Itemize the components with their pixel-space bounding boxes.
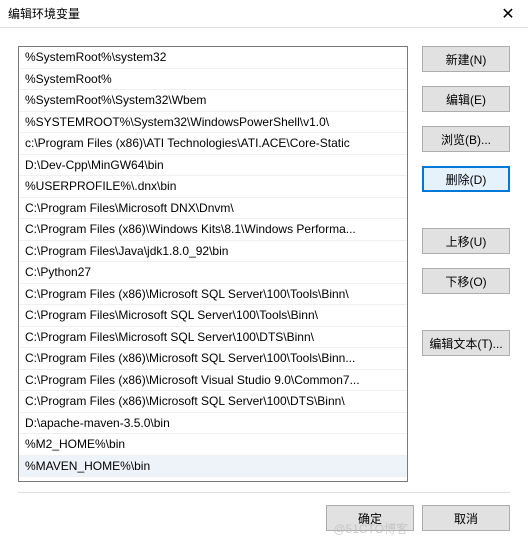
content-area: %SystemRoot%\system32%SystemRoot%%System… [0, 28, 528, 482]
list-item[interactable]: %SYSTEMROOT%\System32\WindowsPowerShell\… [19, 112, 407, 134]
close-button[interactable]: ✕ [488, 0, 528, 28]
divider [18, 492, 510, 493]
list-item[interactable]: C:\Program Files (x86)\Microsoft Visual … [19, 370, 407, 392]
list-item[interactable]: %SystemRoot%\system32 [19, 47, 407, 69]
list-item[interactable]: C:\Program Files\Microsoft SQL Server\10… [19, 327, 407, 349]
list-item[interactable]: %USERPROFILE%\.dnx\bin [19, 176, 407, 198]
edit-button[interactable]: 编辑(E) [422, 86, 510, 112]
titlebar: 编辑环境变量 ✕ [0, 0, 528, 28]
cancel-button[interactable]: 取消 [422, 505, 510, 531]
browse-button[interactable]: 浏览(B)... [422, 126, 510, 152]
list-item[interactable]: %MAVEN_HOME%\bin [19, 456, 407, 478]
window-title: 编辑环境变量 [8, 5, 80, 22]
list-item[interactable]: C:\Program Files\Java\jdk1.8.0_92\bin [19, 241, 407, 263]
list-item[interactable]: c:\Program Files (x86)\ATI Technologies\… [19, 133, 407, 155]
footer-buttons: 确定 取消 [326, 505, 510, 531]
list-item[interactable]: C:\Program Files\Microsoft DNX\Dnvm\ [19, 198, 407, 220]
list-item[interactable]: C:\Program Files\Microsoft SQL Server\10… [19, 305, 407, 327]
list-item[interactable]: C:\Program Files (x86)\Microsoft SQL Ser… [19, 348, 407, 370]
list-item[interactable]: %M2_HOME%\bin [19, 434, 407, 456]
list-item[interactable]: %SystemRoot%\System32\Wbem [19, 90, 407, 112]
list-item[interactable]: C:\Program Files (x86)\Microsoft SQL Ser… [19, 391, 407, 413]
button-column: 新建(N) 编辑(E) 浏览(B)... 删除(D) 上移(U) 下移(O) 编… [422, 46, 510, 482]
edit-text-button[interactable]: 编辑文本(T)... [422, 330, 510, 356]
move-down-button[interactable]: 下移(O) [422, 268, 510, 294]
list-item[interactable]: C:\Python27 [19, 262, 407, 284]
close-icon: ✕ [501, 4, 514, 24]
delete-button[interactable]: 删除(D) [422, 166, 510, 192]
list-item[interactable]: %SystemRoot% [19, 69, 407, 91]
list-item[interactable]: C:\Program Files (x86)\Windows Kits\8.1\… [19, 219, 407, 241]
new-button[interactable]: 新建(N) [422, 46, 510, 72]
move-up-button[interactable]: 上移(U) [422, 228, 510, 254]
ok-button[interactable]: 确定 [326, 505, 414, 531]
list-item[interactable]: D:\Dev-Cpp\MinGW64\bin [19, 155, 407, 177]
list-item[interactable]: D:\apache-maven-3.5.0\bin [19, 413, 407, 435]
list-item[interactable]: C:\Program Files (x86)\Microsoft SQL Ser… [19, 284, 407, 306]
path-list[interactable]: %SystemRoot%\system32%SystemRoot%%System… [18, 46, 408, 482]
